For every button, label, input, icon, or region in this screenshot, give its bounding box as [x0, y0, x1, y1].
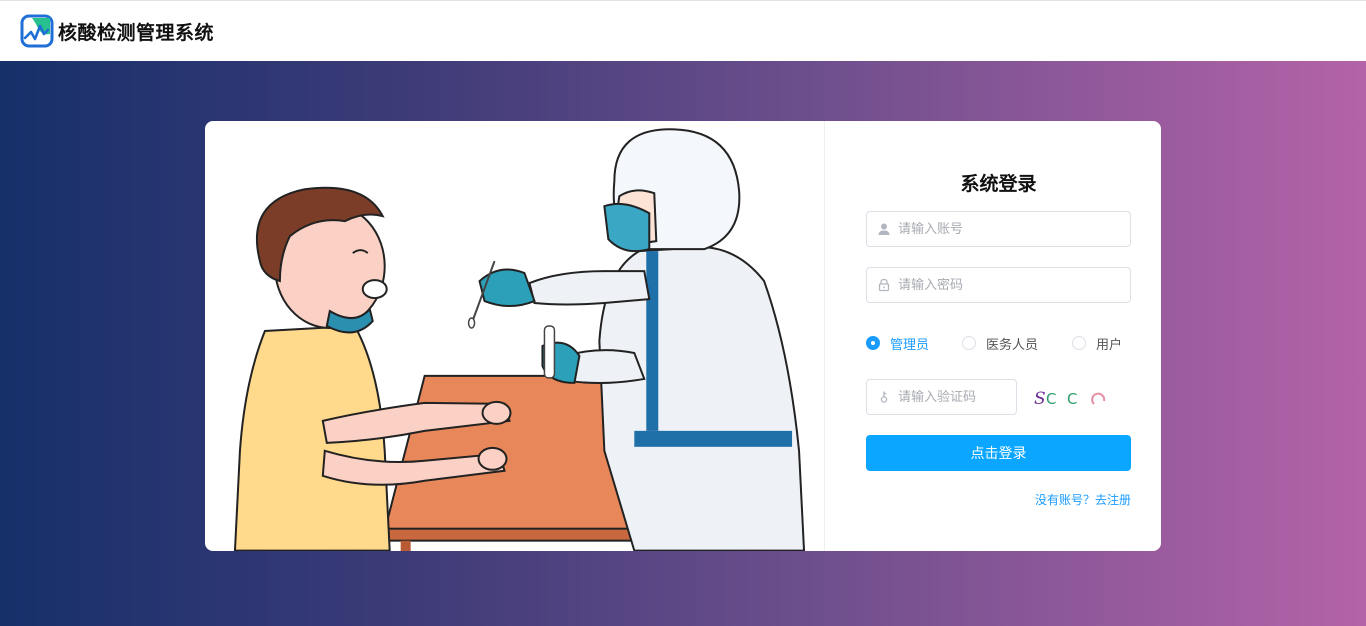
- login-form: 系统登录 管理员: [866, 121, 1131, 551]
- captcha-input[interactable]: [898, 389, 1008, 405]
- role-label: 用户: [1096, 337, 1123, 353]
- captcha-field[interactable]: [866, 379, 1017, 415]
- login-background: 系统登录 管理员: [0, 61, 1366, 626]
- app-title: 核酸检测管理系统: [58, 21, 215, 44]
- svg-text:C: C: [1067, 390, 1077, 408]
- register-link[interactable]: 没有账号？去注册: [1035, 491, 1131, 508]
- role-radio-admin[interactable]: 管理员: [866, 333, 962, 353]
- app-logo-icon: [20, 14, 54, 48]
- account-field[interactable]: [866, 211, 1131, 247]
- role-radio-medical-staff[interactable]: 医务人员: [962, 333, 1072, 353]
- radio-unchecked-icon: [962, 336, 976, 350]
- role-radio-user[interactable]: 用户: [1072, 333, 1122, 353]
- captcha-image[interactable]: S C C: [1032, 386, 1112, 410]
- svg-text:C: C: [1046, 390, 1056, 408]
- nucleic-acid-test-illustration: [233, 121, 825, 551]
- login-title: 系统登录: [960, 173, 1037, 195]
- password-input[interactable]: [898, 277, 1118, 293]
- password-field[interactable]: [866, 267, 1131, 303]
- role-radio-group: 管理员 医务人员 用户: [866, 333, 1131, 353]
- top-header: 核酸检测管理系统: [0, 0, 1366, 61]
- role-label: 管理员: [890, 337, 930, 353]
- user-icon: [878, 223, 890, 235]
- svg-text:S: S: [1034, 389, 1046, 409]
- radio-unchecked-icon: [1072, 336, 1086, 350]
- login-button[interactable]: 点击登录: [866, 435, 1131, 471]
- role-label: 医务人员: [986, 337, 1039, 353]
- login-card: 系统登录 管理员: [205, 121, 1161, 551]
- account-input[interactable]: [898, 221, 1118, 237]
- radio-checked-icon: [866, 336, 880, 350]
- lock-icon: [878, 278, 890, 292]
- key-icon: [880, 391, 888, 403]
